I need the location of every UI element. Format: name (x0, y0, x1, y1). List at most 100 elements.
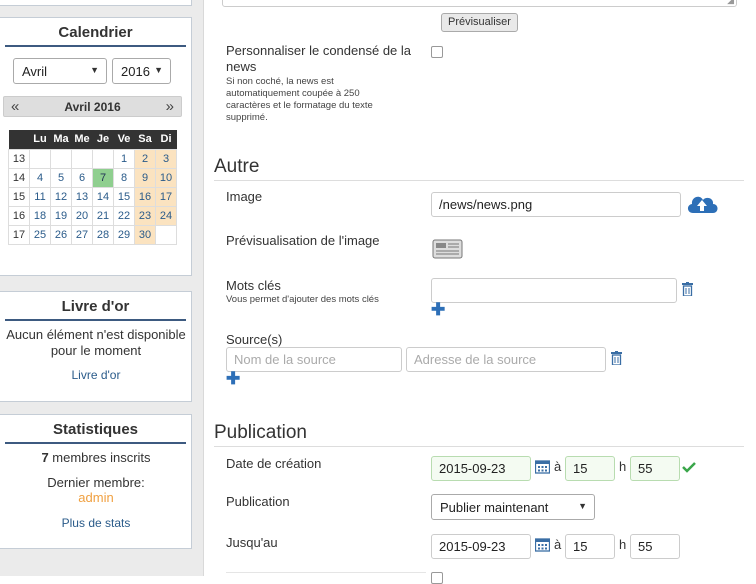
creation-hour-input[interactable]: 15 (565, 456, 615, 481)
creation-h-sep: h (619, 459, 627, 474)
calendar-day[interactable]: 30 (134, 224, 156, 245)
until-date-input[interactable]: 2015-09-23 (431, 534, 531, 559)
section-publication-title: Publication (214, 422, 744, 447)
calendar-day[interactable]: 6 (71, 167, 93, 188)
calendar-day[interactable]: 7 (92, 167, 114, 188)
calendar-day[interactable]: 5 (50, 167, 72, 188)
weekday-header: Di (155, 130, 177, 149)
calendar-day[interactable]: 2 (134, 148, 156, 169)
calendar-day[interactable]: 3 (155, 148, 177, 169)
resize-handle-icon[interactable]: ◢ (727, 0, 734, 6)
calendar-empty-cell (71, 148, 93, 169)
until-minute-input[interactable]: 55 (630, 534, 680, 559)
guestbook-link[interactable]: Livre d'or (72, 368, 121, 382)
trash-icon[interactable] (611, 351, 622, 368)
publication-select[interactable]: Publier maintenant ▼ (431, 494, 595, 520)
calendar-icon[interactable] (534, 537, 551, 555)
calendar-header-row: Lu Ma Me Je Ve Sa Di (8, 130, 177, 149)
until-label: Jusqu'au (226, 535, 278, 550)
calendar-week-row: 15 11 12 13 14 15 16 17 (8, 186, 177, 207)
creation-minute-input[interactable]: 55 (630, 456, 680, 481)
calendar-day[interactable]: 1 (113, 148, 135, 169)
creation-at-sep: à (554, 459, 562, 474)
sources-label: Source(s) (226, 332, 283, 347)
calendar-day[interactable]: 18 (29, 205, 51, 226)
next-row-checkbox[interactable] (431, 572, 443, 584)
summary-checkbox[interactable] (431, 46, 443, 58)
calendar-day[interactable]: 4 (29, 167, 51, 188)
calendar-day[interactable]: 19 (50, 205, 72, 226)
calendar-day[interactable]: 23 (134, 205, 156, 226)
calendar-day[interactable]: 14 (92, 186, 114, 207)
year-select[interactable]: 2016 ▼ (112, 58, 171, 84)
calendar-day[interactable]: 13 (71, 186, 93, 207)
calendar-day[interactable]: 8 (113, 167, 135, 188)
calendar-empty-cell (50, 148, 72, 169)
last-member-link[interactable]: admin (78, 490, 113, 505)
image-path-input[interactable]: /news/news.png (431, 192, 681, 217)
more-stats-link[interactable]: Plus de stats (62, 516, 131, 530)
calendar-day[interactable]: 10 (155, 167, 177, 188)
weekday-header: Me (71, 130, 93, 149)
calendar-day[interactable]: 21 (92, 205, 114, 226)
month-select[interactable]: Avril ▼ (13, 58, 107, 84)
add-source-icon[interactable]: ✚ (226, 370, 240, 387)
preview-button[interactable]: Prévisualiser (441, 13, 518, 32)
image-preview-label: Prévisualisation de l'image (226, 233, 380, 248)
week-number: 13 (8, 148, 30, 169)
week-number: 15 (8, 186, 30, 207)
newspaper-icon (432, 239, 463, 259)
add-keyword-icon[interactable]: ✚ (431, 301, 445, 318)
trash-icon[interactable] (682, 282, 693, 299)
members-count: 7 (41, 450, 49, 465)
calendar-nav: « Avril 2016 » (3, 96, 182, 117)
calendar-day[interactable]: 29 (113, 224, 135, 245)
calendar-day[interactable]: 26 (50, 224, 72, 245)
calendar-month-label: Avril 2016 (64, 100, 121, 114)
calendar-day[interactable]: 9 (134, 167, 156, 188)
calendar-day[interactable]: 16 (134, 186, 156, 207)
calendar-empty-cell (155, 224, 177, 245)
weekday-header: Ma (50, 130, 72, 149)
keywords-help: Vous permet d'ajouter des mots clés (226, 294, 379, 305)
creation-date-label: Date de création (226, 456, 322, 471)
chevron-down-icon: ▼ (90, 65, 99, 75)
calendar-day[interactable]: 25 (29, 224, 51, 245)
statistics-block: Statistiques 7 membres inscrits Dernier … (0, 414, 192, 549)
statistics-title: Statistiques (5, 415, 186, 444)
calendar-day[interactable]: 28 (92, 224, 114, 245)
summary-help: Si non coché, la news est automatiquemen… (226, 76, 373, 123)
week-number-header (8, 130, 30, 149)
creation-date-input[interactable]: 2015-09-23 (431, 456, 531, 481)
source-name-input[interactable]: Nom de la source (226, 347, 402, 372)
calendar-day[interactable]: 11 (29, 186, 51, 207)
weekday-header: Je (92, 130, 114, 149)
weekday-header: Sa (134, 130, 156, 149)
image-label: Image (226, 189, 263, 204)
source-url-input[interactable]: Adresse de la source (406, 347, 606, 372)
calendar-icon[interactable] (534, 459, 551, 477)
calendar-day[interactable]: 15 (113, 186, 135, 207)
calendar-day[interactable]: 12 (50, 186, 72, 207)
calendar-week-row: 14 4 5 6 7 8 9 10 (8, 167, 177, 188)
calendar-title: Calendrier (5, 18, 186, 47)
content-textarea[interactable]: ◢ (222, 0, 737, 7)
calendar-day[interactable]: 22 (113, 205, 135, 226)
calendar-day[interactable]: 20 (71, 205, 93, 226)
calendar-day[interactable]: 24 (155, 205, 177, 226)
calendar-day[interactable]: 27 (71, 224, 93, 245)
week-number: 16 (8, 205, 30, 226)
summary-label: Personnaliser le condensé de la news (226, 43, 412, 74)
keywords-input[interactable] (431, 278, 677, 303)
week-number: 17 (8, 224, 30, 245)
section-other-title: Autre (214, 156, 744, 181)
weekday-header: Lu (29, 130, 51, 149)
upload-cloud-icon[interactable] (685, 191, 719, 215)
calendar-week-row: 13 1 2 3 (8, 148, 177, 169)
calendar-day[interactable]: 17 (155, 186, 177, 207)
next-month-icon[interactable]: » (166, 97, 174, 116)
until-at-sep: à (554, 537, 562, 552)
until-hour-input[interactable]: 15 (565, 534, 615, 559)
calendar-empty-cell (92, 148, 114, 169)
guestbook-block: Livre d'or Aucun élément n'est disponibl… (0, 291, 192, 402)
